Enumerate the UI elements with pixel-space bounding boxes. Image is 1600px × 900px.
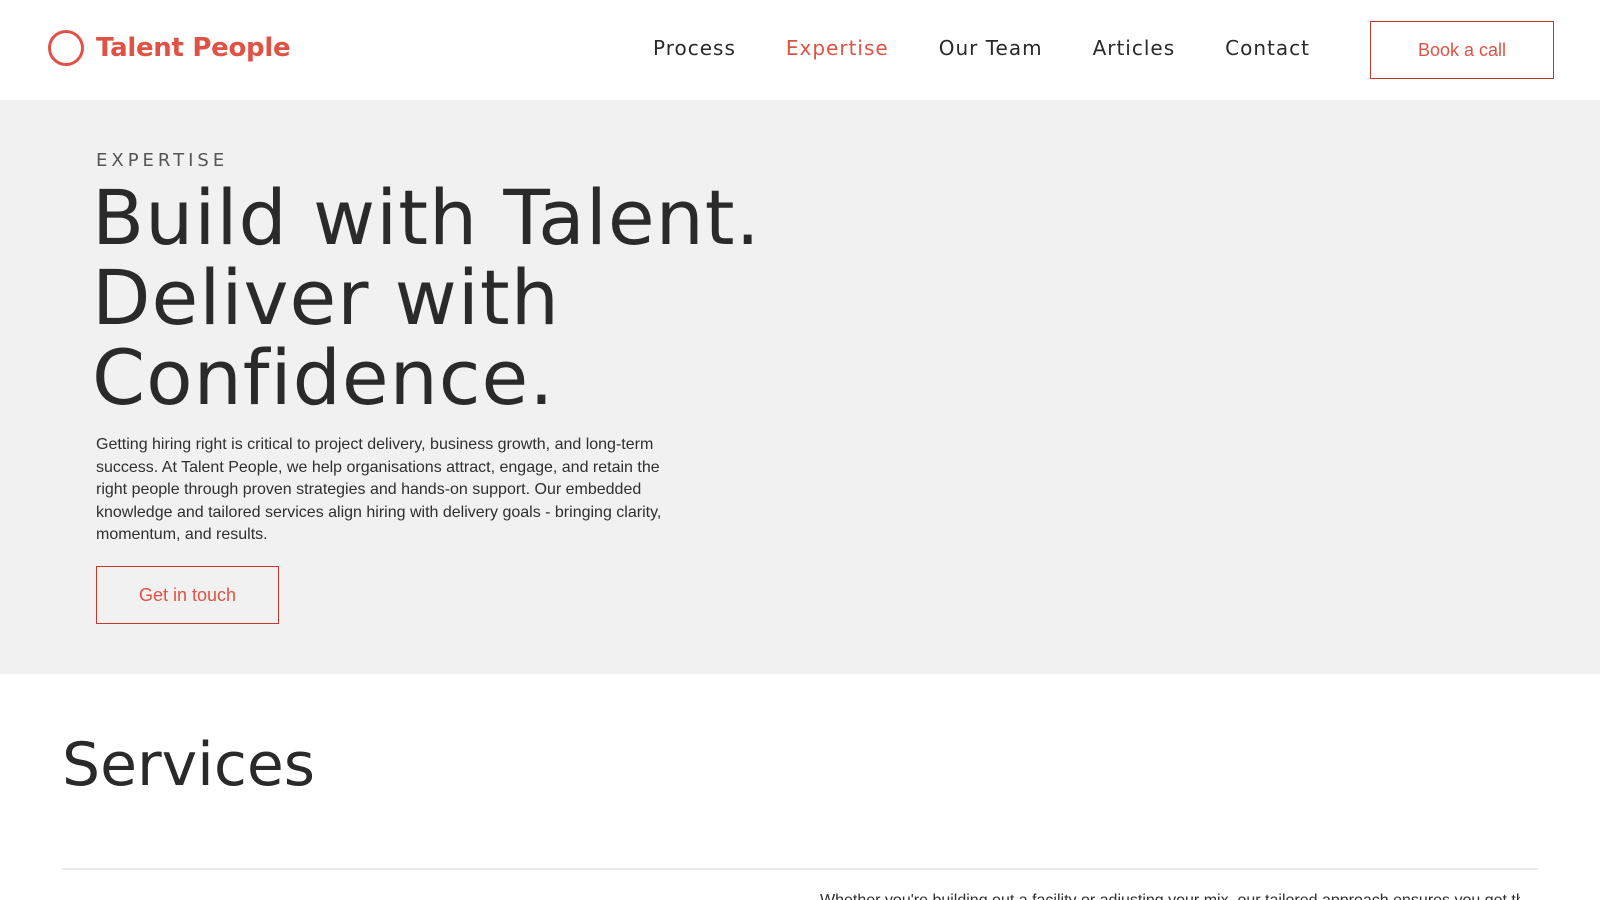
hero-title-line: Confidence. — [92, 333, 555, 422]
logo-circle-icon — [48, 30, 84, 66]
hero-description: Getting hiring right is critical to proj… — [96, 436, 662, 543]
hero-title-line: Deliver with — [92, 253, 560, 342]
section-divider — [62, 868, 1538, 870]
hero-section: EXPERTISE Build with Talent. Deliver wit… — [0, 100, 1600, 674]
services-intro-text: Whether you're building out a facility o… — [820, 890, 1520, 900]
hero-title: Build with Talent. Deliver with Confiden… — [92, 178, 852, 418]
nav-item-contact[interactable]: Contact — [1225, 36, 1310, 60]
hero-eyebrow: EXPERTISE — [96, 150, 229, 171]
logo-text: Talent People — [96, 33, 291, 63]
site-header: Talent People Process Expertise Our Team… — [0, 0, 1600, 100]
services-title: Services — [62, 730, 316, 800]
book-a-call-button[interactable]: Book a call — [1370, 21, 1554, 79]
nav-item-expertise[interactable]: Expertise — [786, 36, 889, 60]
hero-title-line: Build with Talent. — [92, 173, 761, 262]
get-in-touch-button[interactable]: Get in touch — [96, 566, 279, 624]
nav-item-our-team[interactable]: Our Team — [939, 36, 1043, 60]
logo[interactable]: Talent People — [48, 30, 291, 66]
main-nav: Process Expertise Our Team Articles Cont… — [653, 36, 1310, 60]
nav-item-process[interactable]: Process — [653, 36, 736, 60]
nav-item-articles[interactable]: Articles — [1093, 36, 1176, 60]
